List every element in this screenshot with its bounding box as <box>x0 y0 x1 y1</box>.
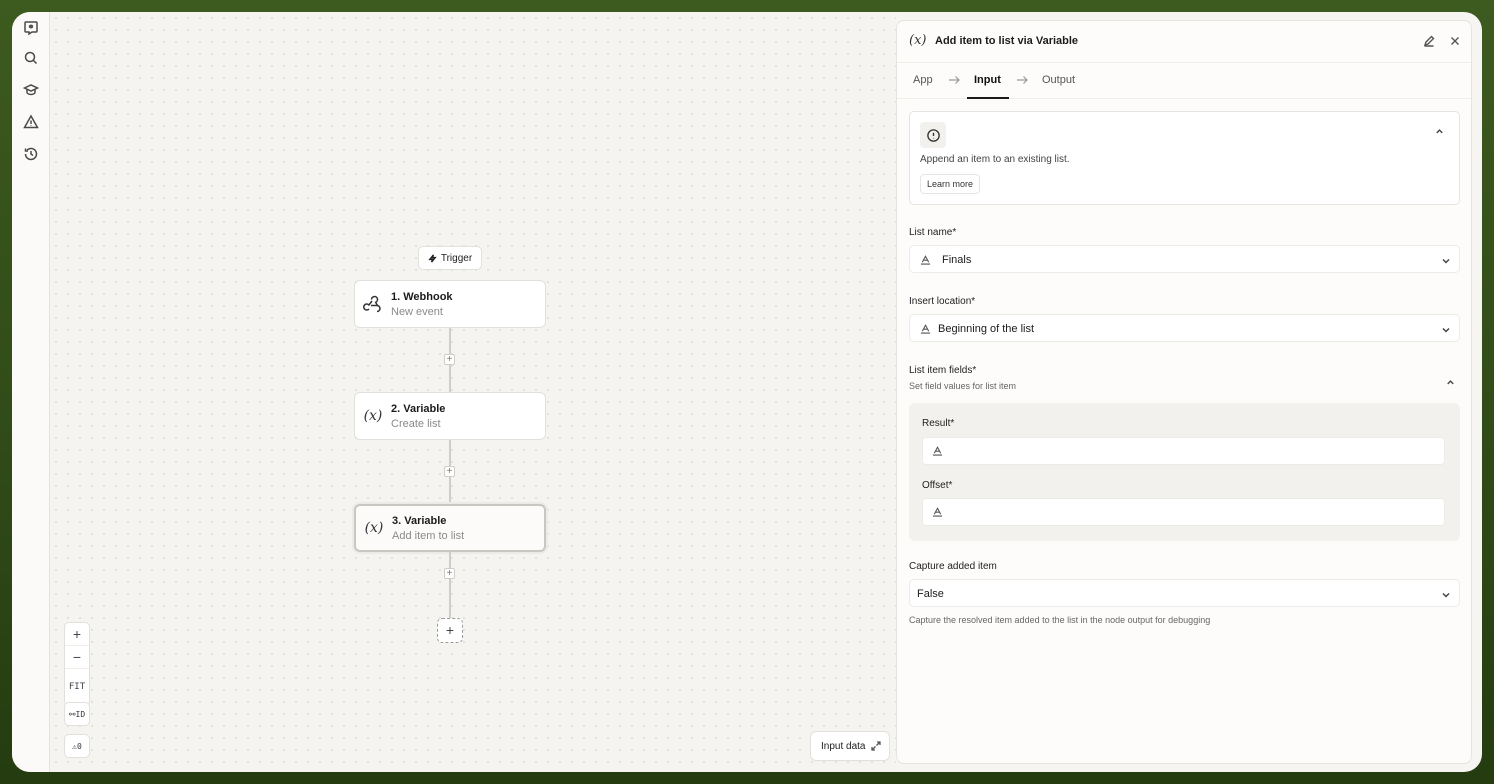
tab-output[interactable]: Output <box>1042 74 1075 86</box>
list-name-value: Finals <box>942 254 972 266</box>
logo-icon[interactable] <box>21 18 41 38</box>
info-icon <box>920 122 946 148</box>
warnings-count-button[interactable]: ⚠0 <box>64 734 90 758</box>
chevron-down-icon <box>1441 589 1451 603</box>
warning-icon[interactable] <box>21 112 41 132</box>
capture-added-item-label: Capture added item <box>909 561 997 572</box>
add-step-button[interactable]: + <box>444 354 455 365</box>
toggle-ids-button[interactable]: ⚯ID <box>64 702 90 726</box>
capture-added-item-hint: Capture the resolved item added to the l… <box>909 615 1211 625</box>
node-subtitle: Add item to list <box>392 529 465 542</box>
text-type-icon <box>920 254 931 265</box>
capture-added-item-select[interactable]: False <box>909 579 1460 607</box>
learn-more-button[interactable]: Learn more <box>920 174 981 194</box>
panel-title: Add item to list via Variable <box>935 35 1079 47</box>
node-config-panel: (x) Add item to list via Variable App In… <box>896 20 1472 764</box>
node-subtitle: New event <box>391 305 443 318</box>
zoom-in-button[interactable]: + <box>65 623 89 646</box>
text-type-icon <box>932 506 943 520</box>
app-window: Trigger 1. Webhook New event + (x) 2. Va… <box>12 12 1482 772</box>
tab-app[interactable]: App <box>913 74 933 86</box>
workflow-node-variable-add[interactable]: (x) 3. Variable Add item to list <box>354 504 546 552</box>
chevron-down-icon <box>1441 324 1451 338</box>
insert-location-select[interactable]: Beginning of the list <box>909 314 1460 342</box>
chevron-down-icon <box>1441 255 1451 269</box>
list-item-fields-label: List item fields* <box>909 365 977 376</box>
node-title: 2. Variable <box>391 402 446 415</box>
history-icon[interactable] <box>21 144 41 164</box>
expand-icon <box>871 741 881 751</box>
trigger-chip[interactable]: Trigger <box>418 246 482 270</box>
active-tab-indicator <box>967 97 1009 99</box>
result-label: Result* <box>922 418 955 429</box>
list-name-select[interactable]: Finals <box>909 245 1460 273</box>
offset-input[interactable] <box>922 498 1445 526</box>
insert-location-label: Insert location* <box>909 296 976 307</box>
node-subtitle: Create list <box>391 417 441 430</box>
connector-line <box>449 552 451 618</box>
zoom-out-button[interactable]: − <box>65 646 89 669</box>
input-data-label: Input data <box>821 740 866 752</box>
variable-icon: (x) <box>363 408 383 424</box>
node-title: 1. Webhook <box>391 290 453 303</box>
input-data-button[interactable]: Input data <box>810 731 890 761</box>
text-type-icon <box>920 323 931 334</box>
bolt-icon <box>428 253 437 263</box>
edit-icon[interactable] <box>1421 33 1437 49</box>
add-step-button[interactable]: + <box>444 466 455 477</box>
result-input[interactable] <box>922 437 1445 465</box>
workflow-node-webhook[interactable]: 1. Webhook New event <box>354 280 546 328</box>
offset-label: Offset* <box>922 480 953 491</box>
zoom-controls: + − FIT <box>64 622 90 706</box>
search-icon[interactable] <box>21 48 41 68</box>
list-item-fields-hint: Set field values for list item <box>909 381 1017 391</box>
collapse-chevron-icon[interactable] <box>1434 126 1445 140</box>
variable-icon: (x) <box>909 33 927 48</box>
panel-tabs: App Input Output <box>897 63 1471 99</box>
tab-input[interactable]: Input <box>974 74 1001 86</box>
add-final-step-button[interactable]: + <box>437 618 463 643</box>
workflow-node-variable-create[interactable]: (x) 2. Variable Create list <box>354 392 546 440</box>
arrow-right-icon <box>947 73 961 87</box>
info-description: Append an item to an existing list. <box>920 154 1070 165</box>
workflow-canvas[interactable]: Trigger 1. Webhook New event + (x) 2. Va… <box>50 12 896 772</box>
info-card: Append an item to an existing list. Lear… <box>909 111 1460 205</box>
graduation-cap-icon[interactable] <box>21 80 41 100</box>
text-type-icon <box>932 445 943 459</box>
arrow-right-icon <box>1015 73 1029 87</box>
webhook-icon <box>355 294 391 314</box>
node-title: 3. Variable <box>392 514 447 527</box>
list-item-fields-group: Result* Offset* <box>909 403 1460 541</box>
close-icon[interactable] <box>1447 33 1463 49</box>
left-rail <box>12 12 50 772</box>
panel-header: (x) Add item to list via Variable <box>897 21 1471 63</box>
capture-added-item-value: False <box>917 588 944 600</box>
variable-icon: (x) <box>364 520 384 536</box>
trigger-label: Trigger <box>440 252 473 264</box>
list-name-label: List name* <box>909 227 957 238</box>
add-step-button[interactable]: + <box>444 568 455 579</box>
insert-location-value: Beginning of the list <box>938 323 1035 335</box>
collapse-chevron-icon[interactable] <box>1445 377 1456 391</box>
fit-view-button[interactable]: FIT <box>65 669 89 705</box>
